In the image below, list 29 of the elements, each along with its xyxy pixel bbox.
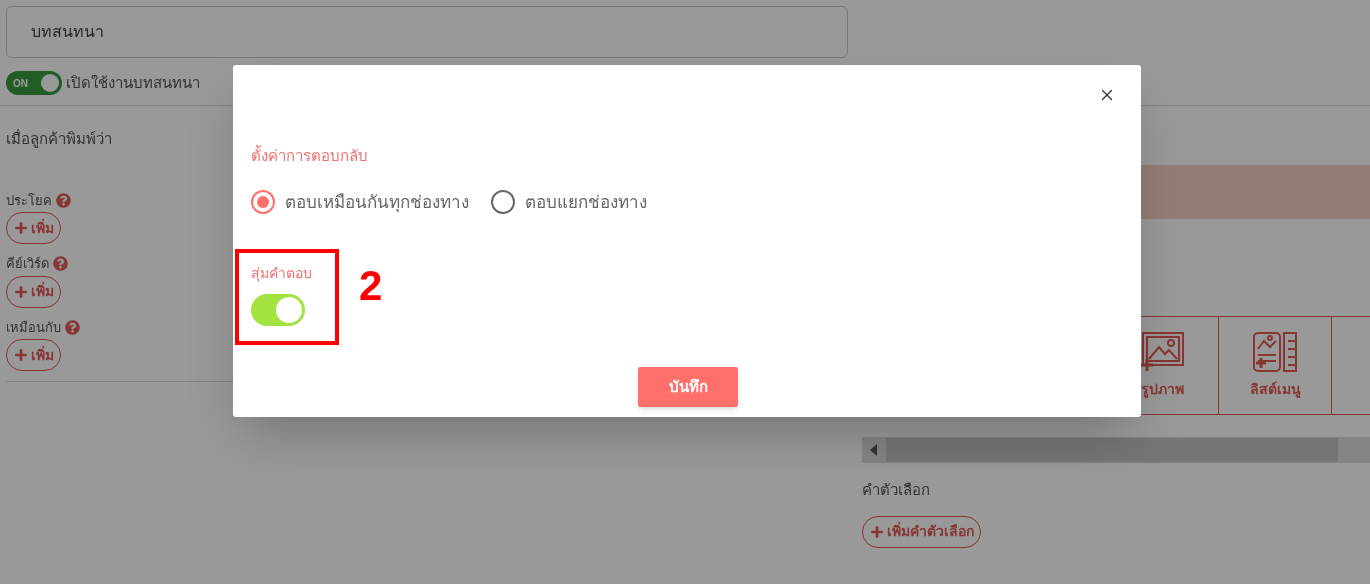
radio-button[interactable] <box>251 190 275 215</box>
random-answer-label: สุ่มคำตอบ <box>251 264 312 284</box>
message-type-tile[interactable]: ลิสต์เมนู <box>1218 317 1331 414</box>
help-icon[interactable] <box>65 319 80 335</box>
group-label: เหมือนกับ <box>6 318 61 337</box>
radio-button[interactable] <box>491 190 515 215</box>
dialog-heading: ตั้งค่าการตอบกลับ <box>251 145 368 166</box>
random-answer-switch[interactable] <box>251 294 305 326</box>
plus-icon <box>13 220 29 236</box>
plus-icon <box>13 283 29 300</box>
radio-label: ตอบแยกช่องทาง <box>525 191 647 214</box>
plus-icon <box>13 347 29 363</box>
trigger-heading: เมื่อลูกค้าพิมพ์ว่า <box>6 128 112 150</box>
image-add-icon <box>1139 331 1185 373</box>
choices-heading: คำตัวเลือก <box>862 480 930 500</box>
step-number: 2 <box>359 265 383 307</box>
enable-switch[interactable]: ON <box>6 71 62 95</box>
help-icon[interactable] <box>53 256 68 272</box>
plus-icon <box>869 523 885 540</box>
list-menu-icon <box>1252 331 1298 373</box>
title-field[interactable]: บทสนทนา <box>6 6 848 58</box>
group-label: ประโยค <box>6 191 52 210</box>
horizontal-scrollbar[interactable] <box>862 437 1370 463</box>
group-label: คีย์เวิร์ด <box>6 255 49 273</box>
radio-label: ตอบเหมือนกันทุกช่องทาง <box>285 191 469 215</box>
enable-label: เปิดใช้งานบทสนทนา <box>66 72 200 93</box>
scroll-left-icon[interactable] <box>870 444 878 456</box>
help-icon[interactable] <box>56 192 71 208</box>
save-button[interactable]: บันทึก <box>638 367 738 407</box>
